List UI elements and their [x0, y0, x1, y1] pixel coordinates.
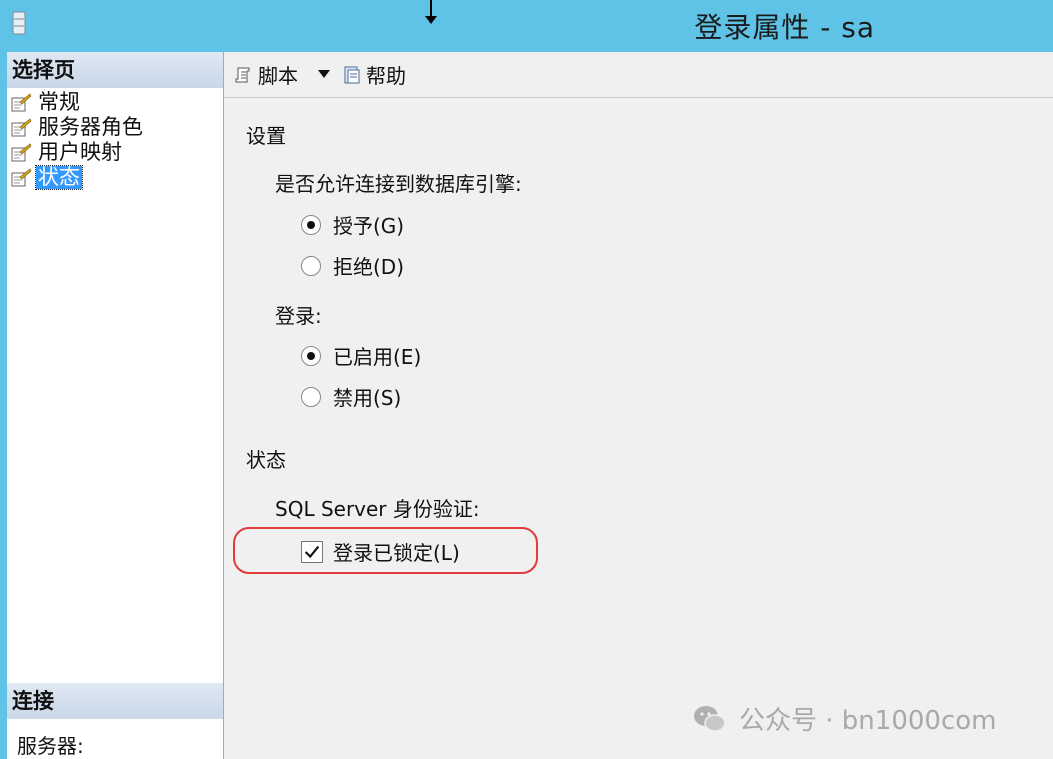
window-title: 登录属性 - sa: [694, 11, 875, 44]
select-page-header: 选择页: [7, 52, 223, 88]
enabled-radio-option[interactable]: 已启用(E): [301, 341, 421, 370]
sql-auth-label: SQL Server 身份验证:: [275, 497, 480, 521]
grant-radio-option[interactable]: 授予(G): [301, 210, 404, 239]
help-button[interactable]: 帮助: [342, 60, 406, 89]
page-icon: [11, 143, 32, 161]
db-engine-label: 是否允许连接到数据库引擎:: [275, 172, 522, 196]
page-icon: [11, 118, 32, 136]
left-pane: 选择页 常规 服务器角色 用户映射 状态 连接 服务器:: [7, 52, 223, 759]
page-item-user-mapping[interactable]: 用户映射: [7, 140, 223, 165]
page-item-label: 状态: [35, 165, 83, 190]
page-item-status[interactable]: 状态: [7, 165, 223, 190]
disabled-label: 禁用(S): [333, 386, 402, 410]
settings-title: 设置: [246, 124, 286, 148]
resize-cursor-icon: [425, 0, 437, 24]
login-label: 登录:: [275, 304, 322, 328]
script-label: 脚本: [258, 64, 298, 88]
title-bar: 登录属性 - sa: [0, 0, 1053, 48]
watermark-text: 公众号 · bn1000com: [739, 706, 997, 736]
right-pane: 脚本 帮助 设置 是否允许连接到数据库引擎: 授予(G) 拒绝(D) 登录: 已…: [224, 52, 1053, 759]
script-dropdown-arrow-icon[interactable]: [318, 70, 330, 78]
connection-header: 连接: [7, 683, 223, 719]
script-button[interactable]: 脚本: [234, 60, 298, 89]
grant-label: 授予(G): [333, 214, 405, 238]
highlight-annotation: [233, 527, 538, 574]
page-item-label: 服务器角色: [38, 115, 143, 139]
script-icon: [235, 67, 250, 82]
deny-radio-option[interactable]: 拒绝(D): [301, 251, 404, 280]
help-label: 帮助: [366, 64, 406, 88]
page-item-label: 用户映射: [38, 140, 122, 164]
server-label: 服务器:: [17, 734, 84, 758]
disabled-radio-option[interactable]: 禁用(S): [301, 382, 401, 411]
disabled-radio[interactable]: [301, 386, 321, 407]
page-icon: [11, 168, 32, 186]
page-item-server-roles[interactable]: 服务器角色: [7, 115, 223, 140]
page-item-label: 常规: [38, 90, 80, 114]
wechat-icon: [694, 705, 726, 732]
status-title: 状态: [246, 448, 286, 472]
page-icon: [11, 93, 32, 111]
enabled-radio[interactable]: [301, 345, 321, 366]
page-item-general[interactable]: 常规: [7, 90, 223, 115]
help-icon: [344, 66, 360, 83]
grant-radio[interactable]: [301, 214, 321, 235]
toolbar: 脚本 帮助: [224, 52, 1053, 98]
enabled-label: 已启用(E): [333, 345, 422, 369]
watermark: 公众号 · bn1000com: [693, 700, 996, 737]
deny-label: 拒绝(D): [333, 255, 405, 279]
page-list: 常规 服务器角色 用户映射 状态: [7, 90, 223, 190]
database-icon: [12, 11, 26, 35]
deny-radio[interactable]: [301, 255, 321, 276]
